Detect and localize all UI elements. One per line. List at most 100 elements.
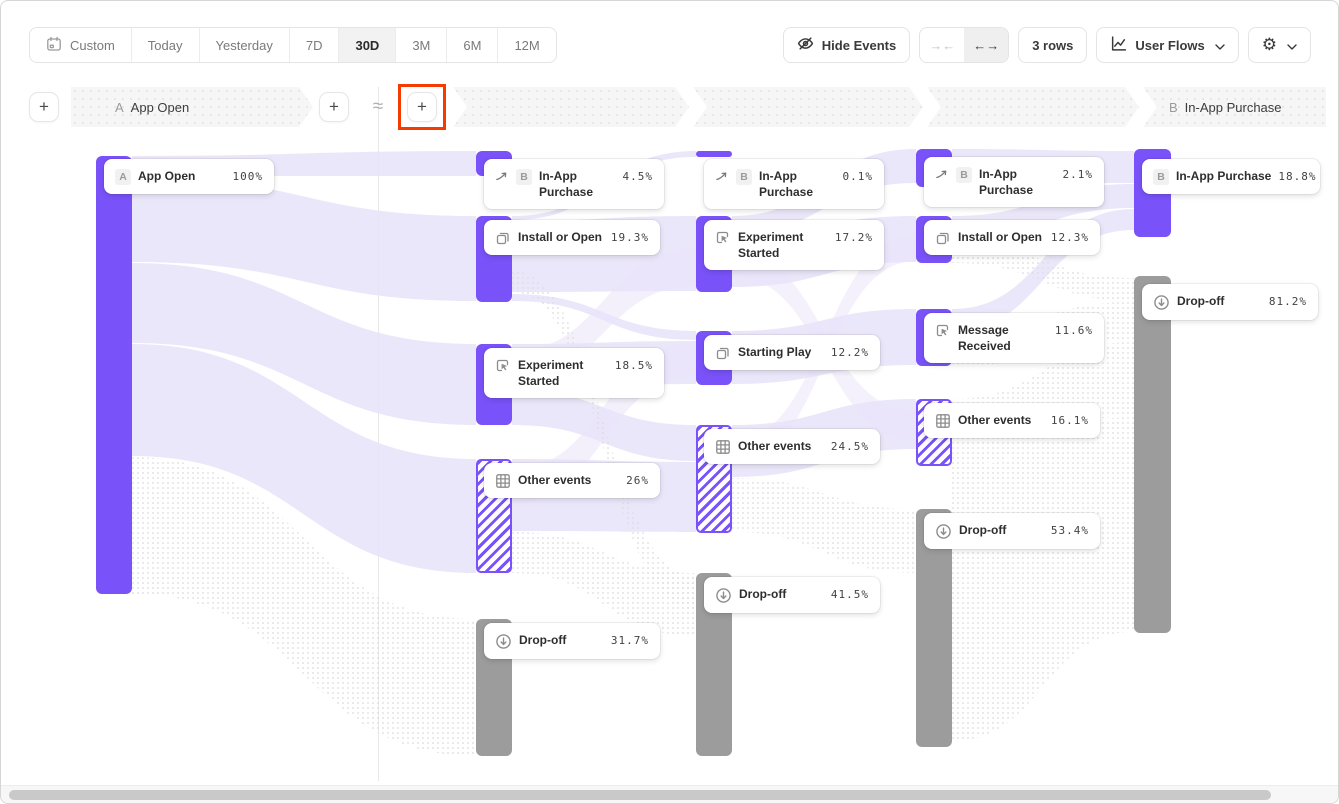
copy-icon: [495, 230, 511, 246]
chevron-down-icon: [1287, 38, 1297, 53]
flow-node-percent: 41.5%: [831, 586, 869, 601]
copy-icon: [935, 230, 951, 246]
flow-node-percent: 12.3%: [1051, 229, 1089, 244]
flow-bar-app-open-col1[interactable]: [96, 156, 132, 594]
expand-arrows-icon: ←→: [973, 38, 999, 53]
flow-node-percent: 12.2%: [831, 344, 869, 359]
date-range-label: Yesterday: [216, 38, 273, 53]
flow-node-label: Install or Open: [518, 229, 604, 245]
goal-icon: [715, 169, 729, 183]
flow-node-label: Drop-off: [1177, 293, 1262, 309]
step-a-band[interactable]: A App Open: [71, 87, 313, 127]
dropoff-icon: [495, 633, 512, 650]
dropoff-link: [732, 478, 916, 573]
view-selector[interactable]: User Flows: [1096, 27, 1238, 63]
date-range-6m[interactable]: 6M: [446, 28, 497, 62]
date-range-30d[interactable]: 30D: [338, 28, 395, 62]
flow-node-percent: 24.5%: [831, 438, 869, 453]
dropoff-link: [132, 457, 476, 756]
step-b-label: In-App Purchase: [1185, 100, 1282, 115]
flow-node-card-app-open-col1[interactable]: AApp Open100%: [104, 159, 274, 194]
step-b-band[interactable]: B In-App Purchase: [1143, 87, 1326, 127]
date-range-label: 30D: [355, 38, 379, 53]
flow-node-card-in-app-purchase-col3[interactable]: BIn-App Purchase0.1%: [704, 159, 884, 209]
gear-icon: ⚙: [1262, 37, 1277, 54]
flow-node-card-experiment-started-col2[interactable]: Experiment Started18.5%: [484, 348, 664, 398]
add-step-button-left[interactable]: +: [29, 92, 59, 122]
hide-events-button[interactable]: Hide Events: [783, 27, 910, 63]
flow-node-percent: 18.5%: [615, 357, 653, 372]
flow-bar-drop-off-col5[interactable]: [1134, 276, 1171, 633]
flow-node-label: In-App Purchase: [539, 168, 616, 200]
flow-node-percent: 26%: [626, 472, 649, 487]
date-range-yesterday[interactable]: Yesterday: [199, 28, 289, 62]
grid-icon: [715, 439, 731, 455]
flow-node-card-drop-off-col2[interactable]: Drop-off 31.7%: [484, 623, 660, 659]
collapse-columns-button[interactable]: →←: [920, 28, 964, 62]
expand-columns-button[interactable]: ←→: [964, 28, 1008, 62]
date-range-label: 7D: [306, 38, 323, 53]
rows-button[interactable]: 3 rows: [1018, 27, 1087, 63]
date-range-label: 12M: [514, 38, 539, 53]
date-range-3m[interactable]: 3M: [395, 28, 446, 62]
flow-link: [132, 177, 476, 301]
dropoff-icon: [715, 587, 732, 604]
flow-node-label: Drop-off: [739, 586, 824, 602]
chevron-down-icon: [1215, 38, 1225, 53]
date-range-12m[interactable]: 12M: [497, 28, 555, 62]
flow-node-label: In-App Purchase: [1176, 168, 1271, 184]
flow-node-card-other-events-col3[interactable]: Other events 24.5%: [704, 429, 880, 464]
flow-node-label: Other events: [738, 438, 824, 454]
dropoff-icon: [1153, 294, 1170, 311]
flow-node-percent: 53.4%: [1051, 522, 1089, 537]
experiment-icon: [495, 358, 511, 374]
goal-icon: [935, 167, 949, 181]
flow-node-card-message-received-col4[interactable]: Message Received11.6%: [924, 313, 1104, 363]
flow-node-card-drop-off-col3[interactable]: Drop-off 41.5%: [704, 577, 880, 613]
collapse-arrows-icon: →←: [929, 38, 955, 53]
flow-node-card-starting-play-col3[interactable]: Starting Play12.2%: [704, 335, 880, 370]
date-range-custom[interactable]: Custom: [30, 28, 131, 62]
flow-node-card-other-events-col4[interactable]: Other events16.1%: [924, 403, 1100, 438]
user-flows-report: Custom Today Yesterday 7D 30D 3M 6M 12M Hide Ev…: [0, 0, 1339, 804]
flow-node-card-in-app-purchase-col2[interactable]: BIn-App Purchase4.5%: [484, 159, 664, 209]
flow-node-card-other-events-col2[interactable]: Other events26%: [484, 463, 660, 498]
add-step-button-after-a[interactable]: +: [319, 92, 349, 122]
flow-node-card-install-or-open-col2[interactable]: Install or Open19.3%: [484, 220, 660, 255]
flow-node-card-in-app-purchase-col5[interactable]: BIn-App Purchase18.8%: [1142, 159, 1320, 194]
flow-node-percent: 16.1%: [1051, 412, 1089, 427]
flow-node-card-experiment-started-col3[interactable]: Experiment Started 17.2%: [704, 220, 884, 270]
step-band-2[interactable]: [453, 87, 689, 127]
flow-node-label: In-App Purchase: [759, 168, 836, 200]
flow-node-percent: 18.8%: [1278, 168, 1316, 183]
date-range-group: Custom Today Yesterday 7D 30D 3M 6M 12M: [29, 27, 557, 63]
experiment-icon: [715, 230, 731, 246]
horizontal-scrollbar-thumb[interactable]: [9, 790, 1271, 800]
step-a-letter: A: [115, 100, 124, 115]
event-letter-badge: B: [736, 169, 752, 185]
flow-node-label: In-App Purchase: [979, 166, 1056, 198]
date-range-label: Today: [148, 38, 183, 53]
flow-node-label: Drop-off: [519, 632, 604, 648]
step-band-3[interactable]: [693, 87, 923, 127]
add-step-button-middle[interactable]: +: [407, 92, 437, 122]
toolbar-right: Hide Events →← ←→ 3 rows User Flows: [783, 27, 1311, 63]
flow-node-card-drop-off-col4[interactable]: Drop-off53.4%: [924, 513, 1100, 549]
date-range-today[interactable]: Today: [131, 28, 199, 62]
step-band-4[interactable]: [927, 87, 1139, 127]
view-label: User Flows: [1135, 38, 1204, 53]
flow-node-label: Install or Open: [958, 229, 1044, 245]
flow-node-percent: 31.7%: [611, 632, 649, 647]
flow-node-label: Experiment Started: [738, 229, 828, 261]
date-range-7d[interactable]: 7D: [289, 28, 339, 62]
date-range-label: 3M: [412, 38, 430, 53]
event-letter-badge: B: [956, 167, 972, 183]
flow-node-card-drop-off-col5[interactable]: Drop-off81.2%: [1142, 284, 1318, 320]
flow-node-percent: 17.2%: [835, 229, 873, 244]
flow-node-card-install-or-open-col4[interactable]: Install or Open 12.3%: [924, 220, 1100, 255]
grid-icon: [495, 473, 511, 489]
settings-button[interactable]: ⚙: [1248, 27, 1311, 63]
flow-bar-in-app-purchase-col3[interactable]: [696, 151, 732, 157]
flow-node-card-in-app-purchase-col4[interactable]: BIn-App Purchase2.1%: [924, 157, 1104, 207]
flow-node-label: Message Received: [958, 322, 1048, 354]
